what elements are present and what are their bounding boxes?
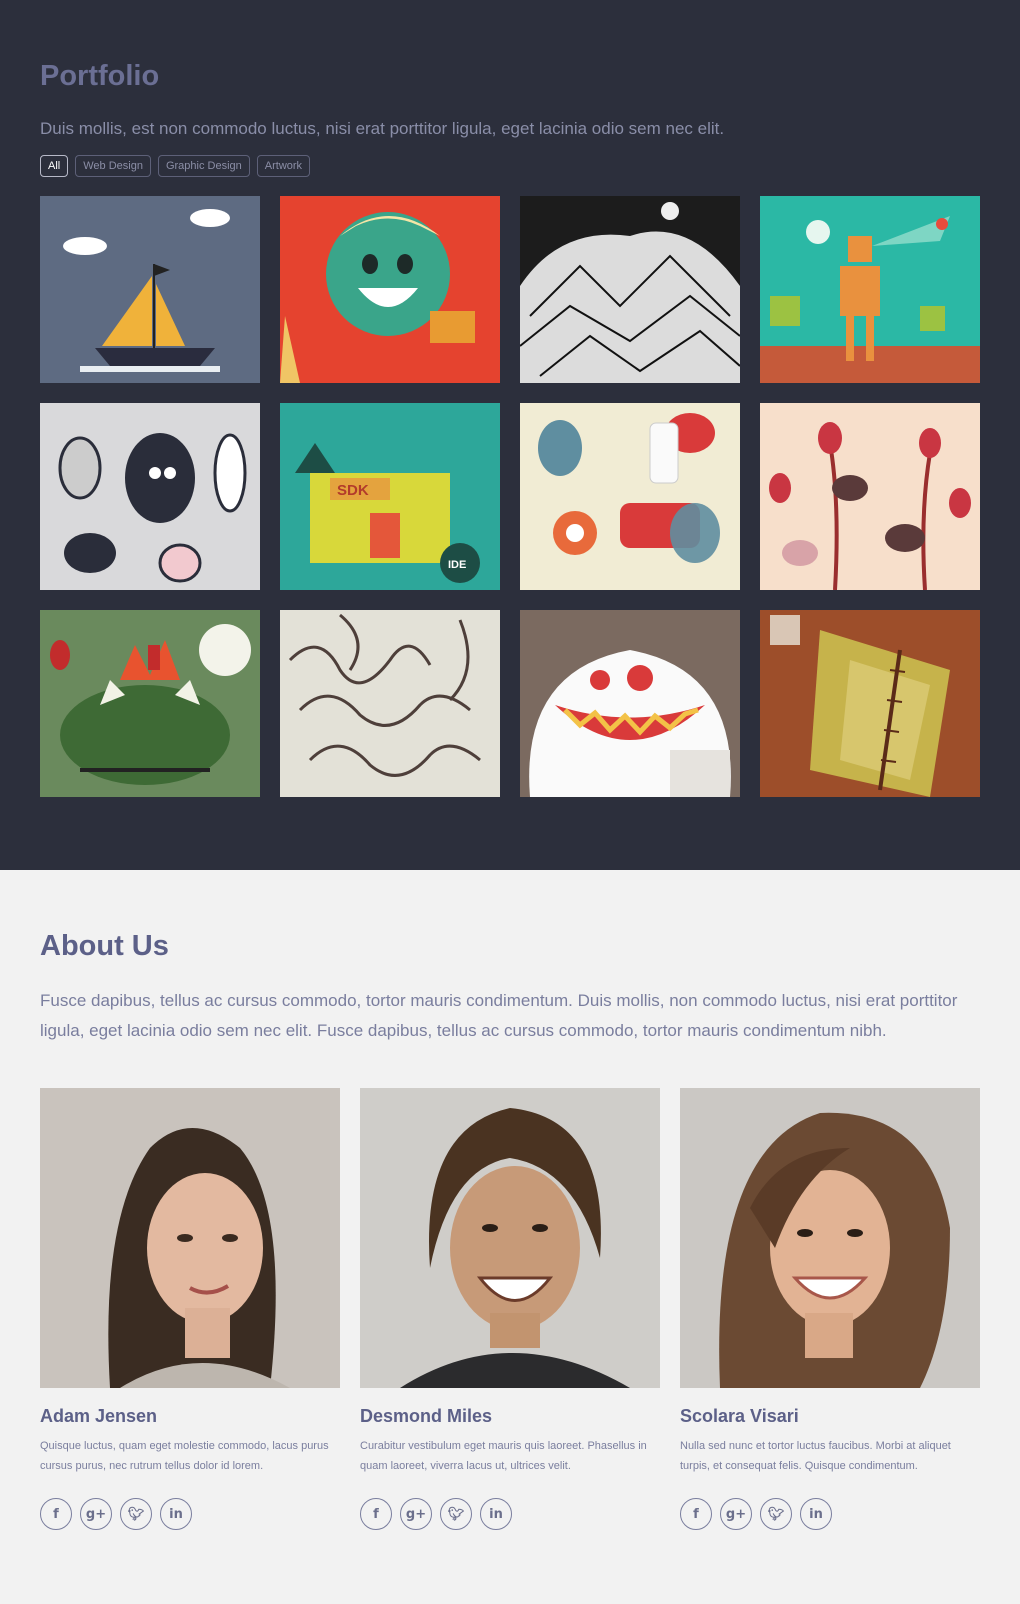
filter-artwork[interactable]: Artwork <box>256 155 311 177</box>
team-member-card: Desmond Miles Curabitur vestibulum eget … <box>360 1088 660 1530</box>
portfolio-title: Portfolio <box>40 60 160 92</box>
doodles-illustration <box>40 403 260 590</box>
portfolio-item-robot[interactable] <box>760 196 980 383</box>
portfolio-grid: SDK IDE <box>40 196 980 797</box>
about-title: About Us <box>40 930 169 962</box>
facebook-icon[interactable]: f <box>680 1498 712 1530</box>
member-photo <box>360 1088 660 1388</box>
google-plus-icon[interactable]: g+ <box>400 1498 432 1530</box>
sailboat-illustration <box>40 196 260 383</box>
ribbon-lettering-illustration <box>280 610 500 797</box>
twitter-icon[interactable]: 🐦︎ <box>120 1498 152 1530</box>
avatar <box>40 1088 340 1388</box>
green-monster-illustration <box>40 610 260 797</box>
avatar <box>360 1088 660 1388</box>
facebook-icon[interactable]: f <box>40 1498 72 1530</box>
portfolio-item-green-monster[interactable] <box>40 610 260 797</box>
stitched-illustration <box>760 610 980 797</box>
member-bio: Quisque luctus, quam eget molestie commo… <box>40 1440 329 1472</box>
avatar <box>680 1088 980 1388</box>
linkedin-icon[interactable]: in <box>800 1498 832 1530</box>
robots-pattern-illustration <box>520 403 740 590</box>
svg-text:IDE: IDE <box>448 559 466 571</box>
portfolio-item-white-monster[interactable] <box>520 610 740 797</box>
member-socials: f g+ 🐦︎ in <box>360 1498 660 1530</box>
member-photo <box>680 1088 980 1388</box>
member-bio: Nulla sed nunc et tortor luctus faucibus… <box>680 1440 951 1472</box>
member-socials: f g+ 🐦︎ in <box>680 1498 980 1530</box>
portfolio-item-eggs-birds[interactable] <box>760 403 980 590</box>
twitter-icon[interactable]: 🐦︎ <box>760 1498 792 1530</box>
portfolio-section: Portfolio Duis mollis, est non commodo l… <box>0 0 1020 870</box>
city-illustration <box>520 196 740 383</box>
team-members: Adam Jensen Quisque luctus, quam eget mo… <box>40 1088 980 1530</box>
portfolio-lead: Duis mollis, est non commodo luctus, nis… <box>40 119 725 138</box>
member-bio: Curabitur vestibulum eget mauris quis la… <box>360 1440 647 1472</box>
white-monster-illustration <box>520 610 740 797</box>
filter-graphic-design[interactable]: Graphic Design <box>157 155 250 177</box>
team-member-card: Adam Jensen Quisque luctus, quam eget mo… <box>40 1088 340 1530</box>
google-plus-icon[interactable]: g+ <box>720 1498 752 1530</box>
twitter-icon[interactable]: 🐦︎ <box>440 1498 472 1530</box>
portfolio-item-city[interactable] <box>520 196 740 383</box>
linkedin-icon[interactable]: in <box>160 1498 192 1530</box>
robot-illustration <box>760 196 980 383</box>
filter-all[interactable]: All <box>40 155 69 177</box>
member-name: Adam Jensen <box>40 1406 158 1426</box>
member-name: Desmond Miles <box>360 1406 493 1426</box>
member-photo <box>40 1088 340 1388</box>
linkedin-icon[interactable]: in <box>480 1498 512 1530</box>
portfolio-item-ribbon[interactable] <box>280 610 500 797</box>
eggs-birds-illustration <box>760 403 980 590</box>
portfolio-item-sdk[interactable]: SDK IDE <box>280 403 500 590</box>
character-illustration <box>280 196 500 383</box>
filter-web-design[interactable]: Web Design <box>75 155 151 177</box>
portfolio-item-stitched[interactable] <box>760 610 980 797</box>
google-plus-icon[interactable]: g+ <box>80 1498 112 1530</box>
portfolio-item-sailboat[interactable] <box>40 196 260 383</box>
team-member-card: Scolara Visari Nulla sed nunc et tortor … <box>680 1088 980 1530</box>
portfolio-item-robots-pattern[interactable] <box>520 403 740 590</box>
svg-text:SDK: SDK <box>337 482 369 499</box>
facebook-icon[interactable]: f <box>360 1498 392 1530</box>
member-socials: f g+ 🐦︎ in <box>40 1498 340 1530</box>
member-name: Scolara Visari <box>680 1406 799 1426</box>
portfolio-filters: All Web Design Graphic Design Artwork <box>40 155 311 177</box>
about-lead: Fusce dapibus, tellus ac cursus commodo,… <box>40 991 958 1040</box>
sdk-illustration: SDK IDE <box>280 403 500 590</box>
about-section: About Us Fusce dapibus, tellus ac cursus… <box>0 870 1020 1604</box>
portfolio-item-character[interactable] <box>280 196 500 383</box>
portfolio-item-doodles[interactable] <box>40 403 260 590</box>
